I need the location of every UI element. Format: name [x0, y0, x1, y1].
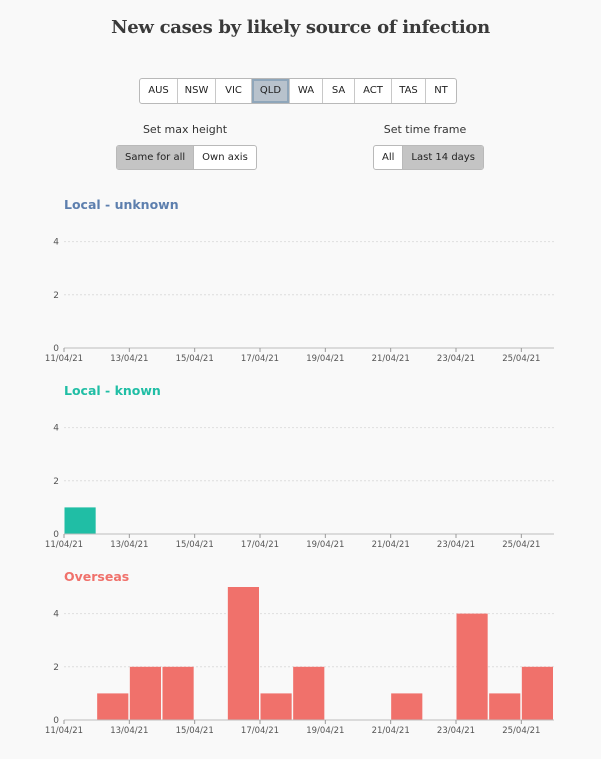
x-tick-label: 21/04/21 — [372, 540, 410, 550]
bar — [489, 693, 521, 720]
chart-title-overseas: Overseas — [64, 569, 130, 584]
bar — [129, 666, 161, 720]
x-tick-label: 21/04/21 — [372, 354, 410, 364]
overseas-chart: 0 2 4 11/04/21 13/04/21 15/04/21 17/04/21 19/04… — [45, 587, 554, 736]
bar — [456, 613, 488, 720]
y-tick-label: 4 — [53, 238, 59, 248]
max-height-toggle: Same for all Own axis — [116, 145, 257, 170]
state-button-nsw[interactable]: NSW — [178, 79, 216, 103]
y-tick-label: 0 — [53, 530, 59, 540]
y-tick-label: 0 — [53, 344, 59, 354]
y-tick-label: 2 — [53, 663, 59, 673]
chart-title-local-unknown: Local - unknown — [64, 197, 179, 212]
state-button-nt[interactable]: NT — [426, 79, 456, 103]
state-button-sa[interactable]: SA — [323, 79, 355, 103]
bar — [97, 693, 129, 720]
x-tick-label: 23/04/21 — [437, 354, 475, 364]
y-tick-label: 0 — [53, 716, 59, 726]
x-tick-label: 19/04/21 — [306, 540, 344, 550]
bar — [227, 587, 259, 720]
state-button-act[interactable]: ACT — [355, 79, 392, 103]
x-tick-label: 17/04/21 — [241, 354, 279, 364]
local-unknown-chart: 0 2 4 11/04/21 13/04/21 15/04/21 17/04/21 19/04… — [45, 238, 554, 364]
y-tick-label: 2 — [53, 477, 59, 487]
x-tick-label: 13/04/21 — [110, 540, 148, 550]
x-tick-label: 17/04/21 — [241, 540, 279, 550]
max-height-label: Set max height — [142, 123, 228, 136]
last-14-days-button[interactable]: Last 14 days — [402, 146, 483, 169]
state-button-qld[interactable]: QLD — [252, 79, 290, 103]
x-tick-label: 11/04/21 — [45, 354, 83, 364]
x-tick-label: 19/04/21 — [306, 354, 344, 364]
x-tick-label: 19/04/21 — [306, 726, 344, 736]
x-tick-label: 15/04/21 — [176, 540, 214, 550]
bar — [521, 666, 553, 720]
page-title: New cases by likely source of infection — [111, 17, 490, 38]
state-button-aus[interactable]: AUS — [140, 79, 178, 103]
bar — [391, 693, 423, 720]
bar — [293, 666, 325, 720]
x-tick-label: 13/04/21 — [110, 726, 148, 736]
x-tick-label: 25/04/21 — [502, 354, 540, 364]
state-button-vic[interactable]: VIC — [216, 79, 252, 103]
chart-title-local-known: Local - known — [64, 383, 161, 398]
y-tick-label: 4 — [53, 610, 59, 620]
x-tick-label: 17/04/21 — [241, 726, 279, 736]
x-tick-label: 25/04/21 — [502, 540, 540, 550]
x-tick-label: 13/04/21 — [110, 354, 148, 364]
x-tick-label: 11/04/21 — [45, 726, 83, 736]
x-tick-label: 11/04/21 — [45, 540, 83, 550]
same-for-all-button[interactable]: Same for all — [117, 146, 194, 169]
y-tick-label: 4 — [53, 424, 59, 434]
x-tick-label: 25/04/21 — [502, 726, 540, 736]
own-axis-button[interactable]: Own axis — [193, 146, 256, 169]
x-tick-label: 15/04/21 — [176, 726, 214, 736]
x-tick-label: 21/04/21 — [372, 726, 410, 736]
bar — [64, 507, 96, 534]
time-frame-label: Set time frame — [383, 123, 467, 136]
x-tick-label: 23/04/21 — [437, 540, 475, 550]
state-selector: AUS NSW VIC QLD WA SA ACT TAS NT — [139, 78, 457, 104]
x-tick-label: 23/04/21 — [437, 726, 475, 736]
y-tick-label: 2 — [53, 291, 59, 301]
bar — [162, 666, 194, 720]
state-button-tas[interactable]: TAS — [392, 79, 426, 103]
x-tick-label: 15/04/21 — [176, 354, 214, 364]
time-frame-toggle: All Last 14 days — [373, 145, 484, 170]
all-button[interactable]: All — [374, 146, 402, 169]
bar — [260, 693, 292, 720]
local-known-chart: 0 2 4 11/04/21 13/04/21 15/04/21 17/04/21 19/04… — [45, 424, 554, 550]
state-button-wa[interactable]: WA — [290, 79, 323, 103]
